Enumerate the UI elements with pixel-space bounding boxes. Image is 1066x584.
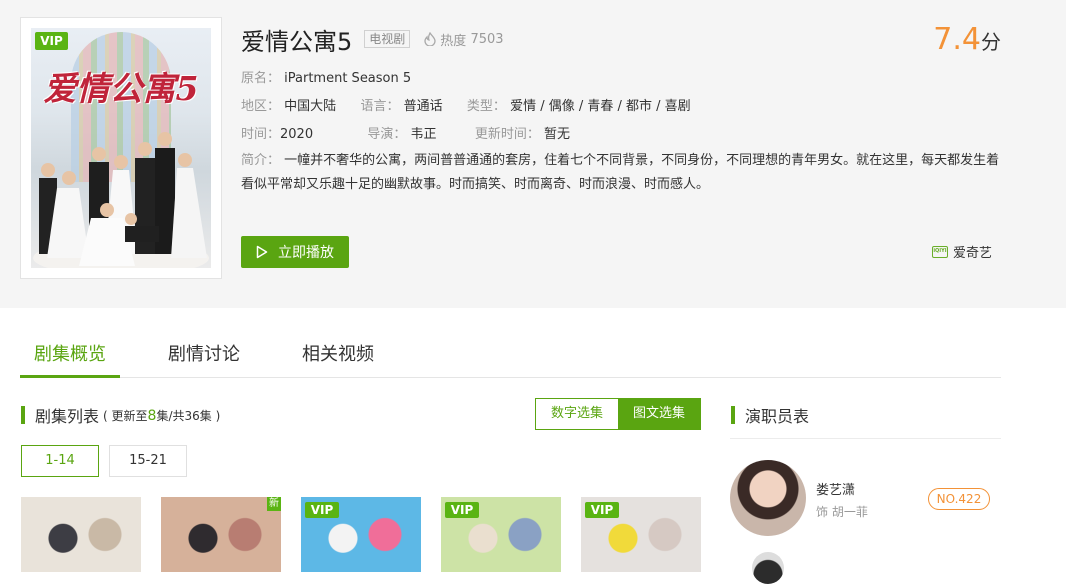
source-platform[interactable]: iQIYI 爱奇艺 <box>932 242 992 261</box>
type-tag[interactable]: 电视剧 <box>364 30 411 48</box>
episode-thumbnail[interactable]: 新 <box>161 497 281 572</box>
episode-thumbnail[interactable]: VIP <box>301 497 421 572</box>
poster-frame[interactable]: 爱情公寓5 VIP <box>20 17 222 279</box>
update-suffix: 集/共36集 ) <box>156 408 221 423</box>
episode-thumbnail[interactable]: VIP <box>581 497 701 572</box>
cast-title: 演职员表 <box>745 407 810 426</box>
meta-original-name: 原名： iPartment Season 5 <box>241 67 411 86</box>
title-row: 爱情公寓5 电视剧 热度 7503 <box>241 22 1001 56</box>
heat-indicator: 热度 7503 <box>424 30 504 49</box>
range-tab-15-21[interactable]: 15-21 <box>109 445 187 477</box>
section-accent-bar <box>731 406 735 424</box>
desc-text: 一幢并不奢华的公寓，两间普普通通的套房，住着七个不同背景，不同身份，不同理想的青… <box>241 153 1000 192</box>
meta-row-region: 地区： 中国大陆 语言： 普通话 类型： 爱情 / 偶像 / 青春 / 都市 /… <box>241 95 691 114</box>
vip-badge: VIP <box>35 32 68 50</box>
director-label: 导演： <box>367 127 407 142</box>
heat-value: 7503 <box>470 31 504 47</box>
show-title: 爱情公寓5 <box>241 27 353 56</box>
vip-badge: VIP <box>305 502 339 518</box>
play-now-button[interactable]: 立即播放 <box>241 236 349 268</box>
poster-cast-group <box>33 132 209 268</box>
cast-name[interactable]: 娄艺潇 <box>816 479 855 498</box>
vip-badge: VIP <box>585 502 619 518</box>
hero-section: 爱情公寓5 VIP 爱情公寓5 电视剧 热度 7503 7.4分 原名： iPa… <box>0 0 1066 308</box>
tab-related-videos[interactable]: 相关视频 <box>288 336 388 378</box>
content-tabs: 剧集概览 剧情讨论 相关视频 <box>20 336 1001 378</box>
source-label: 爱奇艺 <box>953 246 993 261</box>
update-value: 暂无 <box>544 127 571 142</box>
vip-badge: VIP <box>445 502 479 518</box>
update-prefix: ( 更新至 <box>103 408 148 423</box>
score: 7.4分 <box>933 22 1001 57</box>
episode-thumbnail[interactable]: VIP <box>441 497 561 572</box>
heat-label: 热度 <box>440 33 467 49</box>
score-value: 7.4 <box>933 22 981 57</box>
image-view-button[interactable]: 图文选集 <box>618 399 700 429</box>
new-badge: 新 <box>267 497 281 511</box>
episode-view-switch: 数字选集 图文选集 <box>535 398 701 430</box>
range-tab-1-14[interactable]: 1-14 <box>21 445 99 477</box>
genre-value[interactable]: 爱情 / 偶像 / 青春 / 都市 / 喜剧 <box>510 99 691 114</box>
avatar[interactable] <box>730 460 806 536</box>
original-name-label: 原名： <box>241 71 281 86</box>
description: 简介： 一幢并不奢华的公寓，两间普普通通的套房，住着七个不同背景，不同身份，不同… <box>241 149 1001 197</box>
score-unit: 分 <box>981 30 1001 54</box>
section-accent-bar <box>21 406 25 424</box>
play-now-label: 立即播放 <box>278 245 334 261</box>
region-value[interactable]: 中国大陆 <box>284 99 336 114</box>
cast-header: 演职员表 <box>731 403 809 427</box>
language-value[interactable]: 普通话 <box>404 99 443 114</box>
episode-list-header: 剧集列表 ( 更新至8集/共36集 ) <box>21 403 220 427</box>
update-label: 更新时间： <box>474 127 540 142</box>
time-value: 2020 <box>280 127 314 142</box>
language-label: 语言： <box>360 99 400 114</box>
episode-list-title: 剧集列表 <box>35 407 100 426</box>
numeric-view-button[interactable]: 数字选集 <box>536 399 618 429</box>
cast-role: 饰 胡一菲 <box>816 505 868 519</box>
region-label: 地区： <box>241 99 281 114</box>
cast-divider <box>730 438 1001 439</box>
episode-thumbnail[interactable] <box>21 497 141 572</box>
flame-icon <box>424 32 436 46</box>
tab-overview[interactable]: 剧集概览 <box>20 336 120 378</box>
episode-update-info: ( 更新至8集/共36集 ) <box>103 407 220 424</box>
original-name-value: iPartment Season 5 <box>284 71 412 86</box>
play-icon <box>256 245 268 259</box>
meta-row-time: 时间：2020 导演： 韦正 更新时间： 暂无 <box>241 123 570 142</box>
rank-badge: NO.422 <box>928 488 990 510</box>
avatar[interactable] <box>752 552 784 584</box>
genre-label: 类型： <box>466 99 506 114</box>
director-value[interactable]: 韦正 <box>411 127 437 142</box>
time-label: 时间： <box>241 127 281 142</box>
poster-image[interactable]: 爱情公寓5 <box>31 28 211 268</box>
poster-title-art: 爱情公寓5 <box>43 69 199 108</box>
iqiyi-logo-icon: iQIYI <box>932 245 948 258</box>
show-info: 爱情公寓5 电视剧 热度 7503 7.4分 原名： iPartment Sea… <box>241 22 1001 192</box>
tab-discussion[interactable]: 剧情讨论 <box>154 336 254 378</box>
desc-label: 简介： <box>241 153 281 168</box>
